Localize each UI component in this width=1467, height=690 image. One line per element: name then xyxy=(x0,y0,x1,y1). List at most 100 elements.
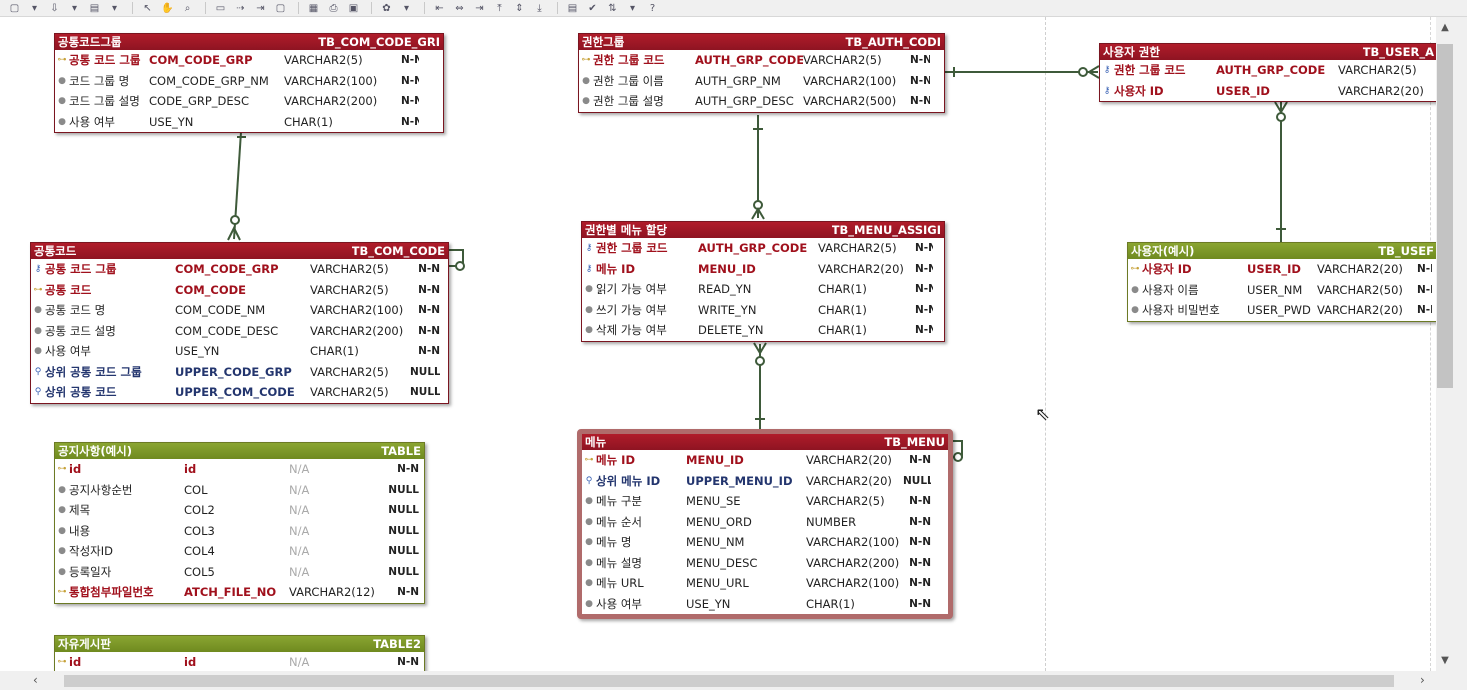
column-row[interactable]: ● 공지사항순번 COL N/A NULL xyxy=(55,480,424,501)
column-row[interactable]: ⚷ 권한 그룹 코드 AUTH_GRP_CODE VARCHAR2(5) xyxy=(1100,60,1436,81)
color-icon[interactable]: ✿ xyxy=(378,1,395,15)
validate-icon[interactable]: ✔ xyxy=(584,1,601,15)
column-row[interactable]: ●코드 그룹 설명 CODE_GRP_DESC VARCHAR2(200) N-N xyxy=(55,91,443,112)
entity-header[interactable]: 메뉴 TB_MENU xyxy=(582,434,948,450)
primary-key-icon: ⊶ xyxy=(581,55,591,66)
column-row[interactable]: ●사용 여부 USE_YN CHAR(1) N-N xyxy=(31,341,448,362)
column-row[interactable]: ⚷권한 그룹 코드 AUTH_GRP_CODE VARCHAR2(5) N-N xyxy=(582,238,944,259)
column-row[interactable]: ● 제목 COL2 N/A NULL xyxy=(55,500,424,521)
align-bottom-icon[interactable]: ⤓ xyxy=(531,1,548,15)
column-row[interactable]: ● 메뉴 URL MENU_URL VARCHAR2(100) N-N xyxy=(582,573,948,594)
column-row[interactable]: ● 메뉴 순서 MENU_ORD NUMBER N-N xyxy=(582,512,948,533)
column-nullability: N-N xyxy=(909,454,931,467)
entity-user-auth[interactable]: 사용자 권한 TB_USER_A ⚷ 권한 그룹 코드 AUTH_GRP_CODE VAR… xyxy=(1099,43,1436,102)
hand-icon[interactable]: ✋ xyxy=(159,1,176,15)
open-icon[interactable]: ▤ xyxy=(86,1,103,15)
column-row[interactable]: ●사용자 비밀번호 USER_PWD VARCHAR2(20) N-N xyxy=(1128,300,1436,321)
column-row[interactable]: ⚲ 상위 공통 코드 UPPER_COM_CODE VARCHAR2(5) NULL xyxy=(31,382,448,403)
import-icon[interactable]: ⇩ xyxy=(46,1,63,15)
column-row[interactable]: ●코드 그룹 명 COM_CODE_GRP_NM VARCHAR2(100) N-N xyxy=(55,71,443,92)
entity-header[interactable]: 공지사항(예시) TABLE xyxy=(55,443,424,459)
column-row[interactable]: ● 권한 그룹 이름 AUTH_GRP_NM VARCHAR2(100) N-N xyxy=(579,71,944,92)
relation-icon[interactable]: ⇢ xyxy=(232,1,249,15)
align-top-icon[interactable]: ⤒ xyxy=(491,1,508,15)
column-icon: ● xyxy=(585,304,593,315)
entity-com-code-group[interactable]: 공통코드그룹 TB_COM_CODE_GRI ⊶ 공통 코드 그룹 COM_CODE_G… xyxy=(54,33,444,133)
column-data-type: VARCHAR2(5) xyxy=(310,282,389,297)
erd-canvas[interactable]: 공통코드그룹 TB_COM_CODE_GRI ⊶ 공통 코드 그룹 COM_CODE_G… xyxy=(0,17,1436,671)
entity-auth-group[interactable]: 권한그룹 TB_AUTH_CODI ⊶ 권한 그룹 코드 AUTH_GRP_CODE VA… xyxy=(578,33,945,113)
copy-image-icon[interactable]: ▦ xyxy=(305,1,322,15)
dropdown-icon[interactable]: ▾ xyxy=(398,1,415,15)
column-row[interactable]: ⚷ 사용자 ID USER_ID VARCHAR2(20) xyxy=(1100,81,1436,102)
align-center-icon[interactable]: ⇔ xyxy=(451,1,468,15)
column-row[interactable]: ● 메뉴 구분 MENU_SE VARCHAR2(5) N-N xyxy=(582,491,948,512)
zoom-icon[interactable]: ⌕ xyxy=(179,1,196,15)
entity-com-code[interactable]: 공통코드 TB_COM_CODE ⚷ 공통 코드 그룹 COM_CODE_GRP VARC… xyxy=(30,242,449,404)
scroll-up-icon[interactable]: ▲ xyxy=(1437,22,1453,33)
column-row[interactable]: ●사용 여부 USE_YN CHAR(1) N-N xyxy=(55,112,443,133)
column-row[interactable]: ⊶ 권한 그룹 코드 AUTH_GRP_CODE VARCHAR2(5) N-N xyxy=(579,50,944,71)
column-row[interactable]: ⚷ 공통 코드 그룹 COM_CODE_GRP VARCHAR2(5) N-N xyxy=(31,259,448,280)
entity-header[interactable]: 사용자 권한 TB_USER_A xyxy=(1100,44,1436,60)
column-row[interactable]: ⊶ 메뉴 ID MENU_ID VARCHAR2(20) N-N xyxy=(582,450,948,471)
column-row[interactable]: ● 공통 코드 명 COM_CODE_NM VARCHAR2(100) N-N xyxy=(31,300,448,321)
column-row[interactable]: ● 공통 코드 설명 COM_CODE_DESC VARCHAR2(200) N-N xyxy=(31,321,448,342)
column-row[interactable]: ⊶ 통합첨부파일번호 ATCH_FILE_NO VARCHAR2(12) N-N xyxy=(55,582,424,603)
horizontal-scroll-thumb[interactable] xyxy=(64,675,1394,687)
dropdown-icon[interactable]: ▾ xyxy=(624,1,641,15)
entity-notice[interactable]: 공지사항(예시) TABLE ⊶ id id N/A N-N ● 공지사항순번 COL N/A NUL… xyxy=(54,442,425,604)
column-row[interactable]: ● 메뉴 명 MENU_NM VARCHAR2(100) N-N xyxy=(582,532,948,553)
properties-icon[interactable]: ▤ xyxy=(564,1,581,15)
print-icon[interactable]: ⎙ xyxy=(325,1,342,15)
column-row[interactable]: ⊶사용자 ID USER_ID VARCHAR2(20) N-N xyxy=(1128,259,1436,280)
column-row[interactable]: ●사용 여부 USE_YN CHAR(1) N-N xyxy=(582,594,948,615)
scroll-down-icon[interactable]: ▼ xyxy=(1437,655,1453,666)
align-left-icon[interactable]: ⇤ xyxy=(431,1,448,15)
entity-menu[interactable]: 메뉴 TB_MENU ⊶ 메뉴 ID MENU_ID VARCHAR2(20) N-N ⚲ 상위… xyxy=(577,429,953,619)
column-row[interactable]: ● 내용 COL3 N/A NULL xyxy=(55,521,424,542)
column-row[interactable]: ● 권한 그룹 설명 AUTH_GRP_DESC VARCHAR2(500) N-N xyxy=(579,91,944,112)
scroll-right-icon[interactable]: › xyxy=(1420,673,1425,687)
entity-icon[interactable]: ▭ xyxy=(212,1,229,15)
dropdown-icon[interactable]: ▾ xyxy=(106,1,123,15)
column-row[interactable]: ⚲ 상위 공통 코드 그룹 UPPER_CODE_GRP VARCHAR2(5) NUL… xyxy=(31,362,448,383)
dropdown-icon[interactable]: ▾ xyxy=(66,1,83,15)
align-right-icon[interactable]: ⇥ xyxy=(471,1,488,15)
column-row[interactable]: ⊶ id id N/A N-N xyxy=(55,652,424,671)
entity-user[interactable]: 사용자(예시) TB_USEF ⊶ 사용자 ID USER_ID VARCHAR2(20)… xyxy=(1127,242,1436,322)
dropdown-icon[interactable]: ▾ xyxy=(26,1,43,15)
entity-header[interactable]: 권한그룹 TB_AUTH_CODI xyxy=(579,34,944,50)
entity-header[interactable]: 사용자(예시) TB_USEF xyxy=(1128,243,1436,259)
pointer-icon[interactable]: ↖ xyxy=(139,1,156,15)
column-row[interactable]: ⚲ 상위 메뉴 ID UPPER_MENU_ID VARCHAR2(20) NULL xyxy=(582,471,948,492)
help-icon[interactable]: ? xyxy=(644,1,661,15)
column-row[interactable]: ⊶ id id N/A N-N xyxy=(55,459,424,480)
sort-icon[interactable]: ⇅ xyxy=(604,1,621,15)
new-page-icon[interactable]: ▢ xyxy=(6,1,23,15)
scroll-left-icon[interactable]: ‹ xyxy=(33,673,38,687)
entity-free-board[interactable]: 자유게시판 TABLE2 ⊶ id id N/A N-N xyxy=(54,635,425,671)
column-row[interactable]: ● 등록일자 COL5 N/A NULL xyxy=(55,562,424,583)
column-nullability: N-N xyxy=(401,95,419,108)
entity-header[interactable]: 공통코드그룹 TB_COM_CODE_GRI xyxy=(55,34,443,50)
column-row[interactable]: ● 작성자ID COL4 N/A NULL xyxy=(55,541,424,562)
column-row[interactable]: ●사용자 이름 USER_NM VARCHAR2(50) N-N xyxy=(1128,280,1436,301)
image-icon[interactable]: ▣ xyxy=(345,1,362,15)
entity-menu-assign[interactable]: 권한별 메뉴 할당 TB_MENU_ASSIGI ⚷ 권한 그룹 코드 AUTH_GRP… xyxy=(581,221,945,342)
entity-header[interactable]: 공통코드 TB_COM_CODE xyxy=(31,243,448,259)
note-icon[interactable]: ▢ xyxy=(272,1,289,15)
column-row[interactable]: ⊶ 공통 코드 COM_CODE VARCHAR2(5) N-N xyxy=(31,280,448,301)
column-row[interactable]: ●쓰기 가능 여부 WRITE_YN CHAR(1) N-N xyxy=(582,300,944,321)
vertical-scroll-thumb[interactable] xyxy=(1437,44,1453,388)
column-row[interactable]: ●읽기 가능 여부 READ_YN CHAR(1) N-N xyxy=(582,279,944,300)
align-middle-icon[interactable]: ⇕ xyxy=(511,1,528,15)
entity-header[interactable]: 자유게시판 TABLE2 xyxy=(55,636,424,652)
column-row[interactable]: ⊶공통 코드 그룹 COM_CODE_GRP VARCHAR2(5) N-N xyxy=(55,50,443,71)
relation2-icon[interactable]: ⇥ xyxy=(252,1,269,15)
column-row[interactable]: ●삭제 가능 여부 DELETE_YN CHAR(1) N-N xyxy=(582,320,944,341)
column-row[interactable]: ● 메뉴 설명 MENU_DESC VARCHAR2(200) N-N xyxy=(582,553,948,574)
column-data-type: VARCHAR2(5) xyxy=(806,494,885,509)
entity-header[interactable]: 권한별 메뉴 할당 TB_MENU_ASSIGI xyxy=(582,222,944,238)
column-row[interactable]: ⚷메뉴 ID MENU_ID VARCHAR2(20) N-N xyxy=(582,259,944,280)
